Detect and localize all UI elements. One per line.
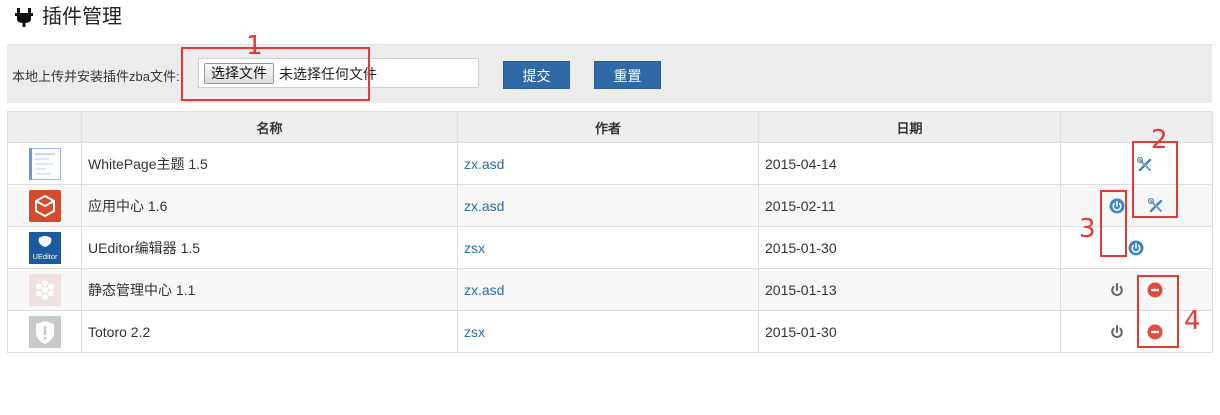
totoro-thumbnail (28, 315, 61, 348)
plugin-date: 2015-01-30 (758, 310, 1061, 353)
plugin-name: 应用中心 1.6 (81, 184, 458, 227)
plugin-date: 2015-01-13 (758, 268, 1061, 311)
static-center-thumbnail (28, 273, 61, 306)
ueditor-thumbnail: UEditor (28, 231, 61, 264)
table-row: 静态管理中心 1.1 zx.asd 2015-01-13 (7, 268, 1213, 311)
plugin-author-link[interactable]: zx.asd (457, 142, 759, 185)
annotation-box-4 (1137, 275, 1179, 348)
plugin-name: Totoro 2.2 (81, 310, 458, 353)
reset-button[interactable]: 重置 (594, 61, 661, 89)
power-gray-icon[interactable] (1109, 282, 1125, 298)
page-header: 插件管理 (14, 4, 122, 30)
plugin-author-link[interactable]: zx.asd (457, 184, 759, 227)
power-gray-icon[interactable] (1109, 324, 1125, 340)
annotation-number-2: 2 (1151, 125, 1168, 155)
column-header-actions (1060, 111, 1213, 143)
annotation-number-4: 4 (1184, 306, 1201, 336)
ueditor-thumb-text: UEditor (32, 252, 58, 261)
column-header-author: 作者 (457, 111, 759, 143)
plugin-date: 2015-04-14 (758, 142, 1061, 185)
table-row: UEditor UEditor编辑器 1.5 zsx 2015-01-30 (7, 226, 1213, 269)
plugin-name: UEditor编辑器 1.5 (81, 226, 458, 269)
plugin-date: 2015-01-30 (758, 226, 1061, 269)
plugin-author-link[interactable]: zx.asd (457, 268, 759, 311)
column-header-icon (7, 111, 82, 143)
table-row: Totoro 2.2 zsx 2015-01-30 (7, 310, 1213, 353)
table-header-row: 名称 作者 日期 (7, 111, 1213, 143)
plugin-author-link[interactable]: zsx (457, 310, 759, 353)
column-header-date: 日期 (758, 111, 1061, 143)
plugin-date: 2015-02-11 (758, 184, 1061, 227)
column-header-name: 名称 (81, 111, 458, 143)
plugins-table: 名称 作者 日期 WhitePage主题 1.5 zx.asd 2015-04-… (7, 111, 1213, 353)
plugin-name: WhitePage主题 1.5 (81, 142, 458, 185)
annotation-box-3 (1100, 190, 1127, 257)
annotation-number-1: 1 (246, 31, 263, 61)
whitepage-thumbnail (28, 147, 61, 180)
plug-icon (15, 8, 33, 27)
app-center-thumbnail (28, 189, 61, 222)
upload-label: 本地上传并安装插件zba文件: (12, 69, 180, 84)
submit-button[interactable]: 提交 (503, 61, 570, 89)
plugin-name: 静态管理中心 1.1 (81, 268, 458, 311)
table-row: WhitePage主题 1.5 zx.asd 2015-04-14 (7, 142, 1213, 185)
annotation-box-1 (181, 47, 370, 101)
table-row: 应用中心 1.6 zx.asd 2015-02-11 (7, 184, 1213, 227)
power-blue-icon[interactable] (1128, 240, 1144, 256)
page-title: 插件管理 (42, 6, 122, 28)
plugin-author-link[interactable]: zsx (457, 226, 759, 269)
annotation-number-3: 3 (1079, 214, 1096, 244)
